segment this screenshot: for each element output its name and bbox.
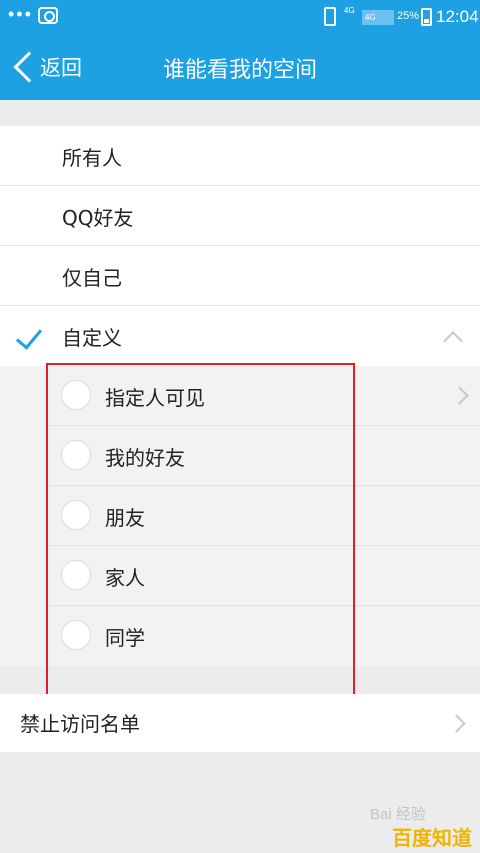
watermark-latin: Bai 经验 — [370, 806, 426, 823]
custom-option-label: 家人 — [105, 566, 145, 590]
radio-button[interactable] — [61, 500, 91, 530]
custom-option-label: 同学 — [105, 626, 145, 650]
radio-button[interactable] — [61, 440, 91, 470]
option-qq-friends[interactable]: QQ好友 — [0, 186, 480, 246]
chevron-up-icon[interactable] — [443, 331, 463, 351]
blacklist-label: 禁止访问名单 — [20, 712, 140, 736]
chevron-right-icon[interactable] — [450, 386, 469, 405]
custom-option-label: 指定人可见 — [105, 386, 205, 410]
custom-option-label: 朋友 — [105, 506, 145, 530]
title-bar: 返回 谁能看我的空间 — [0, 34, 480, 100]
status-bar: ••• 4G 4G 25% 12:04 — [0, 0, 480, 34]
radio-button[interactable] — [61, 380, 91, 410]
page-title: 谁能看我的空间 — [162, 58, 317, 83]
option-custom[interactable]: 自定义 — [0, 306, 480, 366]
option-everyone[interactable]: 所有人 — [0, 126, 480, 186]
visibility-options: 所有人 QQ好友 仅自己 自定义 — [0, 126, 480, 366]
custom-option-specified[interactable]: 指定人可见 — [48, 366, 480, 426]
custom-option-classmates[interactable]: 同学 — [48, 606, 480, 666]
option-label: 仅自己 — [62, 266, 122, 290]
camera-icon — [38, 7, 58, 24]
clock: 12:04 — [436, 7, 479, 26]
watermark-logo: 百度知道 — [392, 826, 472, 850]
check-icon — [15, 322, 43, 350]
network-label-1: 4G — [344, 6, 355, 15]
custom-options-list: 指定人可见 我的好友 朋友 家人 同学 — [0, 366, 480, 666]
battery-percent: 25% — [397, 10, 420, 22]
option-label: 所有人 — [62, 146, 122, 170]
radio-button[interactable] — [61, 620, 91, 650]
notification-dots: ••• — [8, 4, 33, 24]
radio-button[interactable] — [61, 560, 91, 590]
custom-option-my-friends[interactable]: 我的好友 — [48, 426, 480, 486]
option-only-me[interactable]: 仅自己 — [0, 246, 480, 306]
custom-option-family[interactable]: 家人 — [48, 546, 480, 606]
option-label: QQ好友 — [62, 206, 134, 230]
network-label-2: 4G — [362, 10, 394, 25]
option-label: 自定义 — [62, 326, 122, 350]
chevron-right-icon[interactable] — [447, 714, 466, 733]
custom-option-label: 我的好友 — [105, 446, 185, 470]
blacklist-row[interactable]: 禁止访问名单 — [0, 694, 480, 752]
custom-option-friends[interactable]: 朋友 — [48, 486, 480, 546]
battery-icon — [421, 8, 432, 26]
phone-icon — [324, 7, 336, 26]
